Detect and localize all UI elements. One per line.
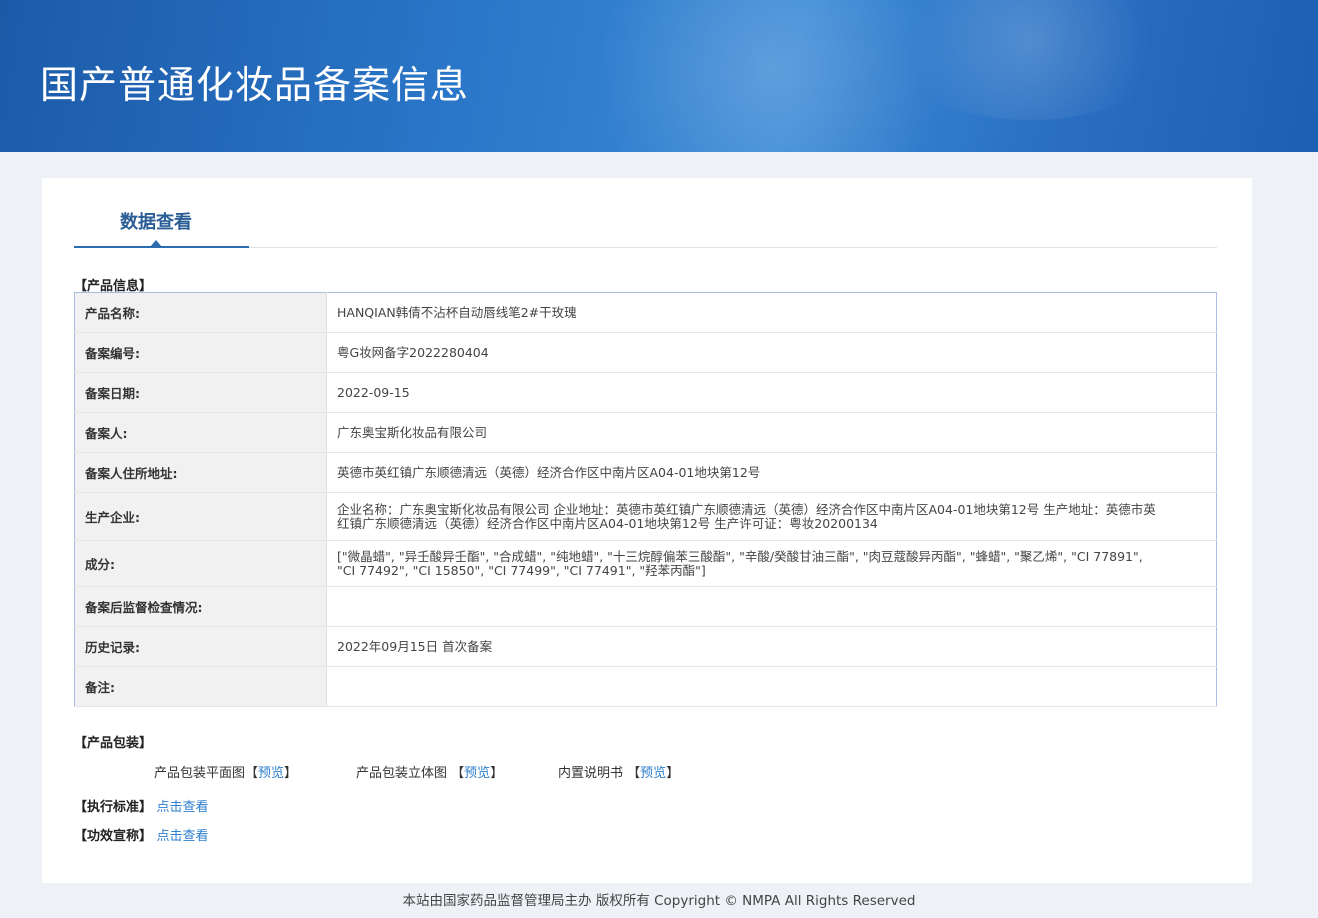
header-banner: 国产普通化妆品备案信息 — [0, 0, 1318, 152]
product-info-table: 产品名称: HANQIAN韩倩不沾杯自动唇线笔2#干玫瑰 备案编号: 粤G妆网备… — [74, 292, 1217, 707]
table-row: 生产企业: 企业名称：广东奥宝斯化妆品有限公司 企业地址：英德市英红镇广东顺德清… — [74, 492, 1217, 541]
row-value — [326, 666, 1217, 707]
row-value: ["微晶蜡", "异壬酸异壬酯", "合成蜡", "纯地蜡", "十三烷醇偏苯三… — [326, 540, 1217, 587]
row-value: 2022年09月15日 首次备案 — [326, 626, 1217, 667]
row-label: 备案日期: — [74, 372, 327, 413]
standard-row: 【执行标准】 点击查看 — [74, 796, 209, 815]
row-value: 英德市英红镇广东顺德清远（英德）经济合作区中南片区A04-01地块第12号 — [326, 452, 1217, 493]
footer-copyright: 本站由国家药品监督管理局主办 版权所有 Copyright © NMPA All… — [402, 893, 916, 909]
row-value: 广东奥宝斯化妆品有限公司 — [326, 412, 1217, 453]
caret-up-icon — [150, 240, 162, 247]
row-value: 企业名称：广东奥宝斯化妆品有限公司 企业地址：英德市英红镇广东顺德清远（英德）经… — [326, 492, 1217, 541]
content-card: 数据查看 【产品信息】 产品名称: HANQIAN韩倩不沾杯自动唇线笔2#干玫瑰… — [42, 178, 1252, 883]
packaging-item-3d: 产品包装立体图 【预览】 — [356, 762, 503, 781]
efficacy-row: 【功效宣称】 点击查看 — [74, 825, 209, 844]
table-row: 备案后监督检查情况: — [74, 586, 1217, 627]
table-row: 历史记录: 2022年09月15日 首次备案 — [74, 626, 1217, 667]
row-label: 备案编号: — [74, 332, 327, 373]
packaging-item-label: 内置说明书 — [558, 766, 624, 781]
table-row: 备案编号: 粤G妆网备字2022280404 — [74, 332, 1217, 373]
row-label: 备案后监督检查情况: — [74, 586, 327, 627]
row-label: 历史记录: — [74, 626, 327, 667]
row-label: 备案人住所地址: — [74, 452, 327, 493]
bracket-open: 【 — [245, 766, 259, 781]
bracket-open: 【 — [627, 766, 641, 781]
efficacy-label: 【功效宣称】 — [74, 829, 153, 844]
row-label: 生产企业: — [74, 492, 327, 541]
row-label: 备案人: — [74, 412, 327, 453]
table-row: 产品名称: HANQIAN韩倩不沾杯自动唇线笔2#干玫瑰 — [74, 292, 1217, 333]
standard-label: 【执行标准】 — [74, 800, 153, 815]
bracket-close: 】 — [284, 766, 298, 781]
table-row: 备案日期: 2022-09-15 — [74, 372, 1217, 413]
table-row: 成分: ["微晶蜡", "异壬酸异壬酯", "合成蜡", "纯地蜡", "十三烷… — [74, 540, 1217, 587]
tab-data-view[interactable]: 数据查看 — [74, 178, 249, 248]
standard-link[interactable]: 点击查看 — [157, 800, 209, 815]
row-label: 备注: — [74, 666, 327, 707]
bracket-close: 】 — [666, 766, 680, 781]
section-title-packaging: 【产品包装】 — [74, 736, 153, 751]
packaging-item-label: 产品包装平面图 — [154, 766, 246, 781]
table-row: 备案人: 广东奥宝斯化妆品有限公司 — [74, 412, 1217, 453]
bracket-close: 】 — [490, 766, 504, 781]
row-value — [326, 586, 1217, 627]
row-label: 成分: — [74, 540, 327, 587]
row-label: 产品名称: — [74, 292, 327, 333]
preview-link-manual[interactable]: 预览 — [640, 766, 666, 781]
table-row: 备注: — [74, 666, 1217, 707]
efficacy-link[interactable]: 点击查看 — [157, 829, 209, 844]
bracket-open: 【 — [451, 766, 465, 781]
preview-link-3d[interactable]: 预览 — [464, 766, 490, 781]
table-row: 备案人住所地址: 英德市英红镇广东顺德清远（英德）经济合作区中南片区A04-01… — [74, 452, 1217, 493]
tab-label: 数据查看 — [120, 212, 192, 233]
tab-bar: 数据查看 — [74, 178, 1217, 248]
row-value: HANQIAN韩倩不沾杯自动唇线笔2#干玫瑰 — [326, 292, 1217, 333]
packaging-item-manual: 内置说明书 【预览】 — [558, 762, 679, 781]
packaging-item-flat: 产品包装平面图【预览】 — [154, 762, 297, 781]
row-value: 粤G妆网备字2022280404 — [326, 332, 1217, 373]
row-value: 2022-09-15 — [326, 372, 1217, 413]
preview-link-flat[interactable]: 预览 — [258, 766, 284, 781]
page-title: 国产普通化妆品备案信息 — [40, 63, 470, 107]
packaging-item-label: 产品包装立体图 — [356, 766, 448, 781]
